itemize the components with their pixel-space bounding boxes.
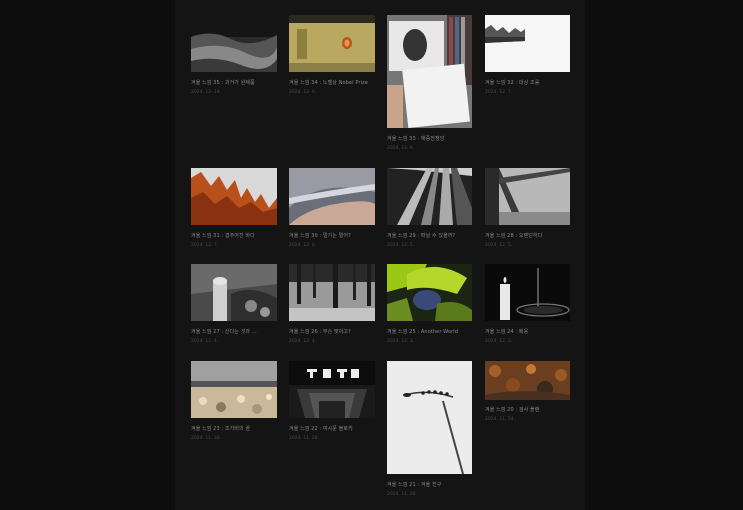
post-thumbnail-image [289, 168, 375, 225]
post-title[interactable]: 겨울 느낌 27 : 산다는 것과 ... [191, 328, 257, 335]
post-title[interactable]: 겨울 느낌 21 : 겨울 친구 [387, 481, 441, 488]
post-date: 2024. 11. 28. [387, 492, 418, 497]
post-title[interactable]: 겨울 느낌 32 : 대상 조률 [485, 79, 539, 86]
post-thumbnail-image [191, 361, 277, 418]
post-title[interactable]: 겨울 느낌 28 : 오렌딘하다 [485, 232, 542, 239]
post-title[interactable]: 겨울 느낌 24 : 배웅 [485, 328, 528, 335]
post-date: 2024. 12. 8. [387, 146, 415, 151]
post-date: 2024. 12. 5. [485, 243, 513, 248]
post-thumbnail-image [289, 361, 375, 418]
post-date: 2024. 11. 30. [191, 436, 222, 441]
post-date: 2024. 11. 28. [289, 436, 320, 441]
gallery-panel: 겨울 느낌 35 : 과거가 완제품 2024. 12. 14. 겨울 느낌 3… [175, 0, 585, 510]
post-title[interactable]: 겨울 느낌 22 : 여시문 블로키 [289, 425, 353, 432]
post-thumbnail-image [387, 361, 472, 474]
post-date: 2024. 12. 9. [289, 90, 317, 95]
post-date: 2024. 12. 7. [191, 243, 219, 248]
post-date: 2024. 12. 6. [289, 243, 317, 248]
post-date: 2024. 12. 14. [191, 90, 222, 95]
post-title[interactable]: 겨울 느낌 25 : Another World [387, 328, 458, 335]
post-thumbnail-image [289, 264, 375, 321]
post-title[interactable]: 겨울 느낌 31 : 겹추어진 바다 [191, 232, 255, 239]
post-thumbnail-image [387, 168, 472, 225]
post-date: 2024. 12. 3. [485, 339, 513, 344]
post-title[interactable]: 겨울 느낌 29 : 떠날 수 있을까? [387, 232, 455, 239]
post-thumbnail-image [191, 264, 277, 321]
post-thumbnail-image [485, 168, 570, 225]
post-title[interactable]: 겨울 느낌 23 : 조가비의 꿈 [191, 425, 250, 432]
post-date: 2024. 12. 4. [289, 339, 317, 344]
post-title[interactable]: 겨울 느낌 35 : 과거가 완제품 [191, 79, 255, 86]
post-title[interactable]: 겨울 느낌 33 : 애증전쟁앙 [387, 135, 444, 142]
post-thumbnail-image [191, 15, 277, 72]
post-title[interactable]: 겨울 느낌 20 : 검사 플랜 [485, 406, 539, 413]
post-date: 2024. 12. 7. [485, 90, 513, 95]
post-thumbnail-image [485, 361, 570, 400]
post-thumbnail-image [387, 264, 472, 321]
post-date: 2024. 12. 4. [191, 339, 219, 344]
post-thumbnail-image [191, 168, 277, 225]
post-title[interactable]: 겨울 느낌 34 : 노벨상 Nobel Prize [289, 79, 368, 86]
post-thumbnail-image [289, 15, 375, 72]
post-thumbnail-image [387, 15, 472, 128]
post-date: 2024. 12. 3. [387, 339, 415, 344]
post-thumbnail-image [485, 264, 570, 321]
post-date: 2024. 12. 5. [387, 243, 415, 248]
post-title[interactable]: 겨울 느낌 30 : 멀기는 멀어? [289, 232, 351, 239]
post-title[interactable]: 겨울 느낌 26 : 무슨 맞아고? [289, 328, 351, 335]
post-thumbnail-image [485, 15, 570, 72]
post-date: 2024. 11. 24. [485, 417, 516, 422]
